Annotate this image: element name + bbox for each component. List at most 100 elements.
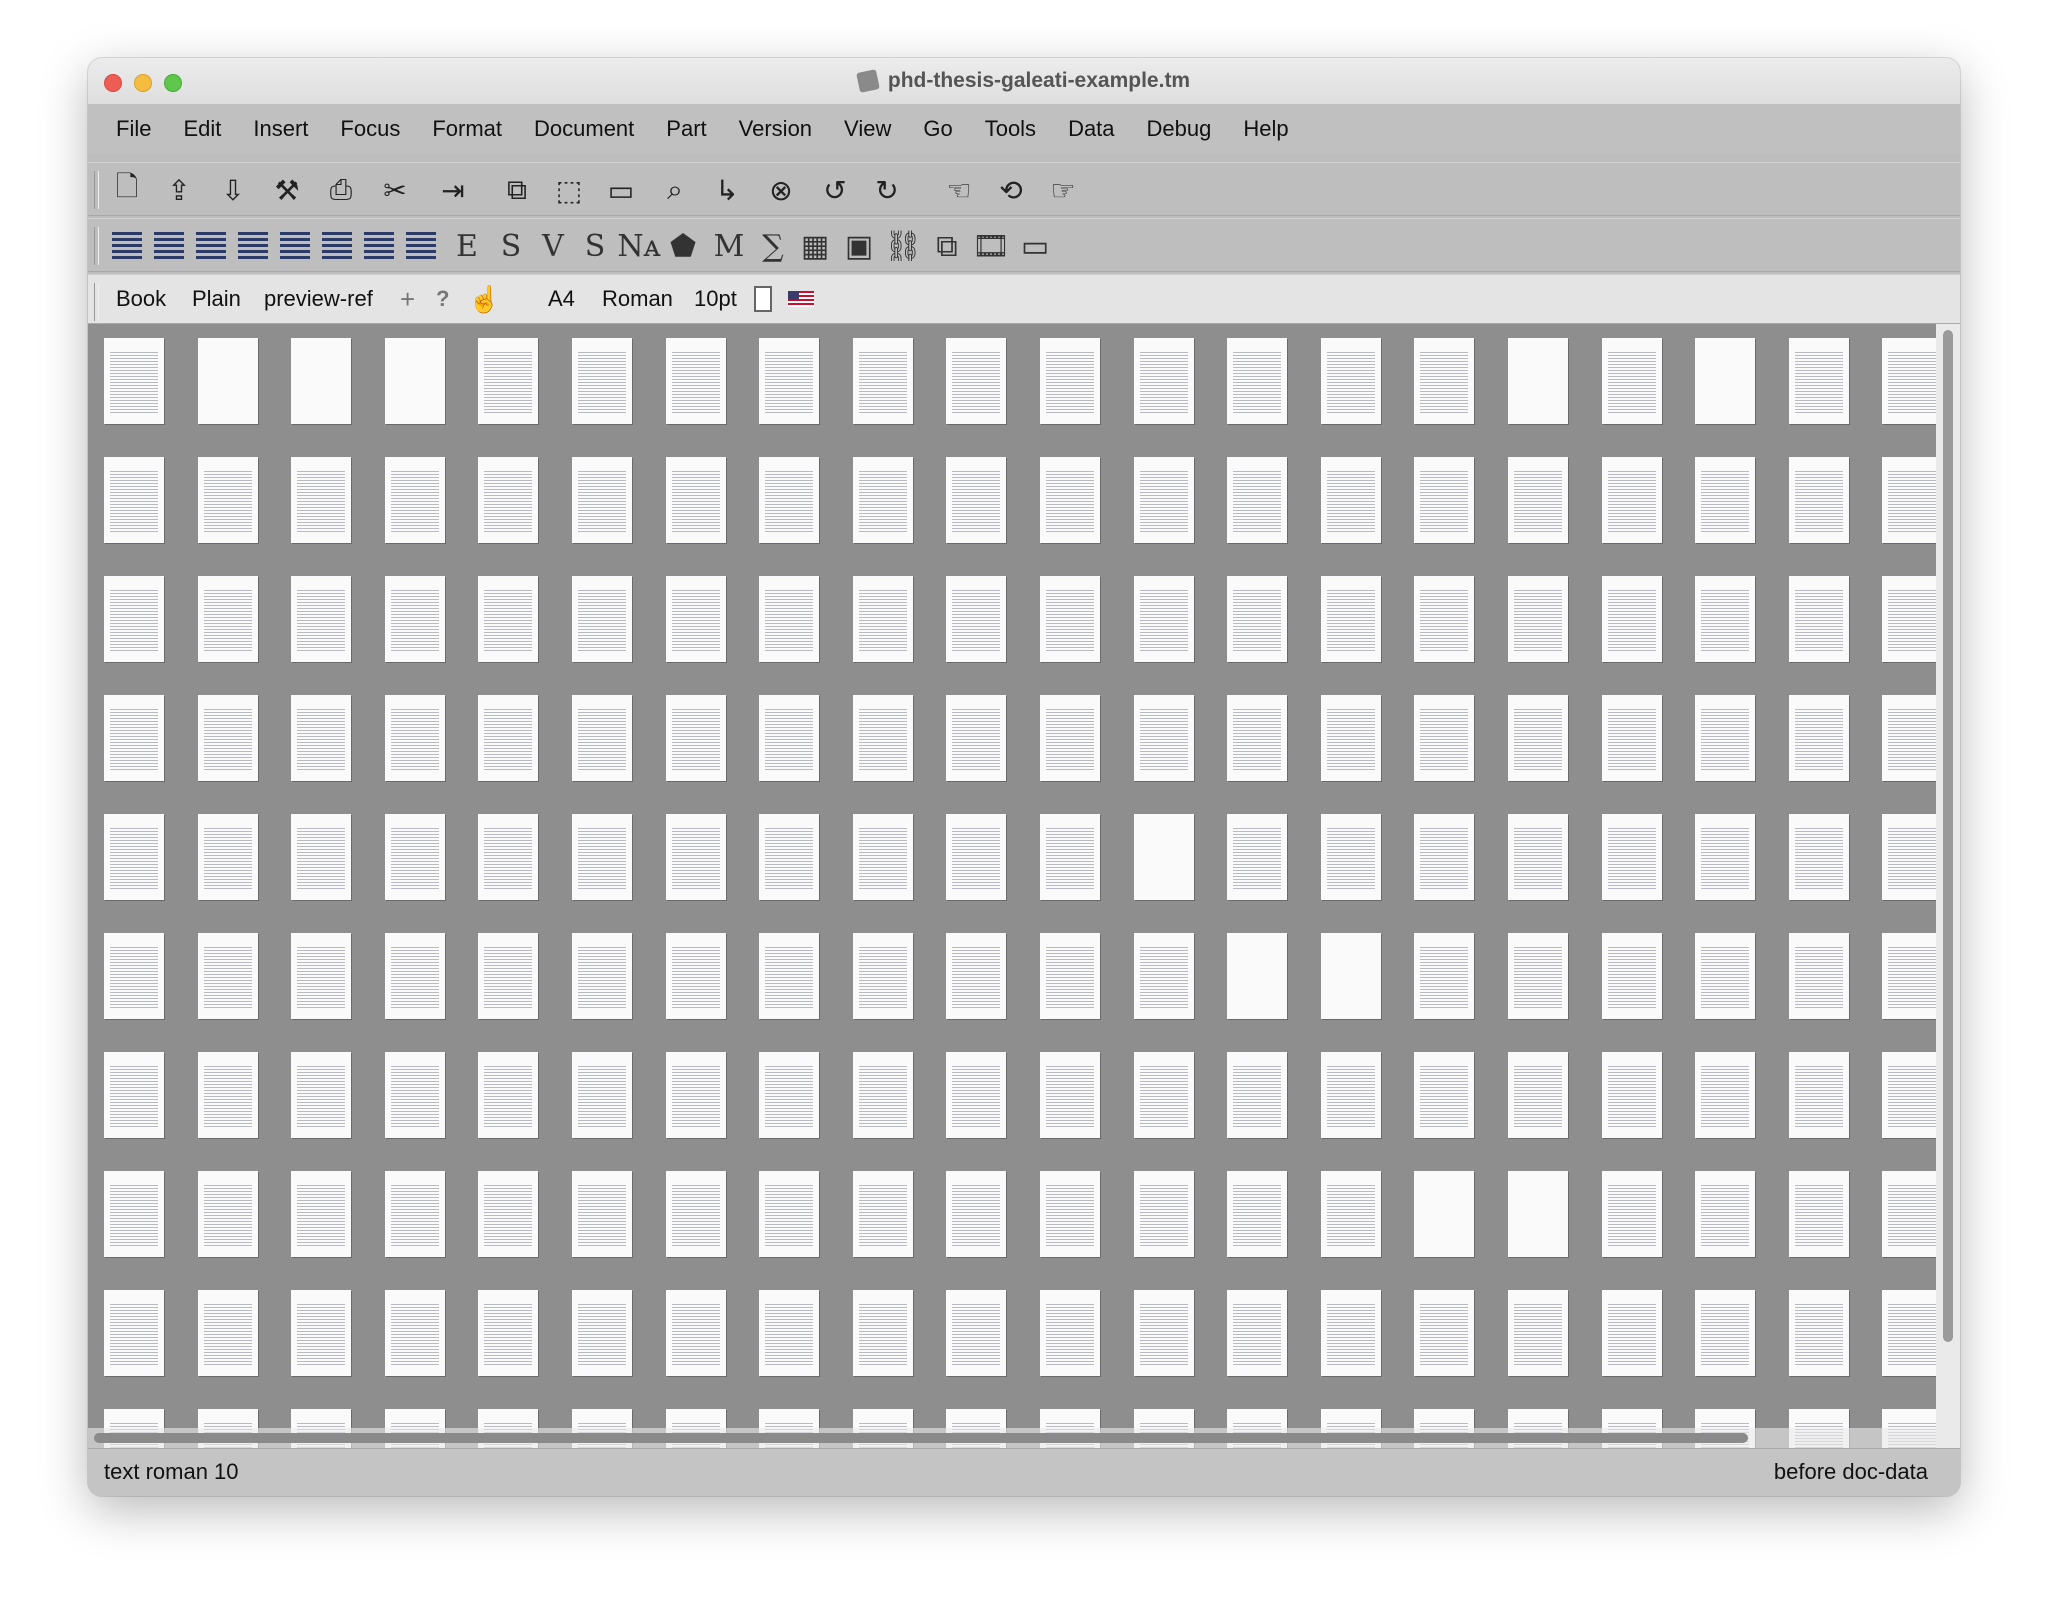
page-thumbnail[interactable]	[946, 576, 1007, 662]
page-thumbnail[interactable]	[1414, 1171, 1475, 1257]
document-proxy-icon[interactable]	[856, 69, 880, 93]
page-thumbnail[interactable]	[572, 576, 632, 662]
page-thumbnail[interactable]	[665, 457, 726, 543]
language-flag-icon[interactable]	[788, 275, 814, 323]
page-thumbnail[interactable]	[1133, 814, 1194, 900]
page-thumbnail[interactable]	[384, 1052, 445, 1138]
page-thumbnail[interactable]	[665, 814, 726, 900]
page-thumbnail[interactable]	[665, 1290, 726, 1376]
page-thumbnail[interactable]	[478, 695, 539, 781]
horizontal-scrollbar[interactable]	[88, 1428, 1936, 1448]
page-thumbnail[interactable]	[104, 814, 164, 900]
page-thumbnail[interactable]	[291, 1290, 352, 1376]
page-thumbnail[interactable]	[478, 1290, 539, 1376]
go-back-icon[interactable]: ☜	[938, 169, 980, 211]
page-thumbnail[interactable]	[1882, 457, 1936, 543]
page-thumbnail[interactable]	[1882, 1290, 1936, 1376]
page-thumbnail[interactable]	[759, 457, 820, 543]
spell-check-icon[interactable]: ⊗	[760, 169, 802, 211]
page-thumbnail[interactable]	[384, 576, 445, 662]
menu-debug[interactable]: Debug	[1131, 116, 1228, 142]
document-canvas[interactable]	[88, 324, 1936, 1448]
style-plain-menu[interactable]: Plain	[192, 275, 241, 323]
save-document-icon[interactable]: ⇩	[212, 169, 254, 211]
page-thumbnail[interactable]	[1414, 457, 1475, 543]
replace-icon[interactable]: ↳	[706, 169, 748, 211]
vertical-scroll-thumb[interactable]	[1943, 330, 1953, 1342]
copy-icon[interactable]: ⧉	[496, 169, 538, 211]
page-thumbnail[interactable]	[1414, 1290, 1475, 1376]
page-thumbnail[interactable]	[1695, 338, 1756, 424]
page-thumbnail[interactable]	[1040, 338, 1100, 424]
page-thumbnail[interactable]	[1508, 576, 1568, 662]
page-thumbnail[interactable]	[1320, 695, 1381, 781]
page-thumbnail[interactable]	[852, 695, 913, 781]
page-thumbnail[interactable]	[104, 695, 164, 781]
page-thumbnail[interactable]	[852, 1052, 913, 1138]
page-thumbnail[interactable]	[291, 1052, 352, 1138]
page-thumbnail[interactable]	[384, 695, 445, 781]
page-thumbnail[interactable]	[1695, 576, 1756, 662]
page-thumbnail[interactable]	[291, 695, 352, 781]
page-thumbnail[interactable]	[1320, 576, 1381, 662]
page-thumbnail[interactable]	[1601, 1052, 1662, 1138]
redo-icon[interactable]: ↻	[866, 169, 908, 211]
page-thumbnail[interactable]	[1040, 814, 1100, 900]
page-thumbnail[interactable]	[665, 1171, 726, 1257]
page-thumbnail[interactable]	[291, 814, 352, 900]
menu-format[interactable]: Format	[416, 116, 518, 142]
preferences-tools-icon[interactable]: ✂	[374, 169, 416, 211]
page-thumbnail[interactable]	[1414, 933, 1475, 1019]
page-thumbnail[interactable]	[1227, 814, 1288, 900]
session-icon[interactable]: ▭	[1014, 225, 1056, 267]
page-thumbnail[interactable]	[572, 1052, 632, 1138]
page-thumbnail[interactable]	[852, 338, 913, 424]
page-thumbnail[interactable]	[665, 576, 726, 662]
page-thumbnail[interactable]	[197, 814, 258, 900]
page-thumbnail[interactable]	[1133, 1290, 1194, 1376]
hand-pointer-icon[interactable]: ☝	[468, 275, 500, 323]
page-thumbnail[interactable]	[572, 814, 632, 900]
page-thumbnail[interactable]	[759, 695, 820, 781]
menu-focus[interactable]: Focus	[324, 116, 416, 142]
page-thumbnail[interactable]	[1788, 1290, 1849, 1376]
page-thumbnail[interactable]	[384, 1171, 445, 1257]
page-thumbnail[interactable]	[1695, 1052, 1756, 1138]
page-thumbnail[interactable]	[759, 1171, 820, 1257]
toolbar-grip[interactable]	[94, 171, 99, 209]
page-thumbnail[interactable]	[946, 1290, 1007, 1376]
page-thumbnail[interactable]	[197, 695, 258, 781]
page-thumbnail[interactable]	[572, 338, 632, 424]
page-thumbnail[interactable]	[197, 457, 258, 543]
page-thumbnail[interactable]	[1508, 338, 1568, 424]
build-icon[interactable]: ⚒	[266, 169, 308, 211]
page-thumbnail[interactable]	[291, 576, 352, 662]
animation-icon[interactable]: 🎞	[970, 225, 1012, 267]
page-thumbnail[interactable]	[1601, 1171, 1662, 1257]
open-document-icon[interactable]: ⇪	[158, 169, 200, 211]
page-thumbnail[interactable]	[1414, 695, 1475, 781]
page-thumbnail[interactable]	[291, 338, 352, 424]
page-thumbnail[interactable]	[291, 933, 352, 1019]
page-thumbnail[interactable]	[104, 457, 164, 543]
page-thumbnail[interactable]	[1040, 695, 1100, 781]
page-thumbnail[interactable]	[197, 933, 258, 1019]
page-thumbnail[interactable]	[197, 1171, 258, 1257]
page-thumbnail[interactable]	[759, 338, 820, 424]
font-family-menu[interactable]: Roman	[602, 275, 673, 323]
page-thumbnail[interactable]	[1788, 1052, 1849, 1138]
page-thumbnail[interactable]	[197, 576, 258, 662]
paste-icon[interactable]: ▭	[600, 169, 642, 211]
page-thumbnail[interactable]	[1695, 695, 1756, 781]
page-thumbnail[interactable]	[572, 933, 632, 1019]
page-thumbnail[interactable]	[1320, 457, 1381, 543]
page-thumbnail[interactable]	[1508, 814, 1568, 900]
sans-serif-icon[interactable]: S	[574, 225, 616, 267]
page-thumbnail[interactable]	[1601, 338, 1662, 424]
page-thumbnail[interactable]	[759, 1290, 820, 1376]
page-thumbnail[interactable]	[1508, 1290, 1568, 1376]
page-thumbnail[interactable]	[1788, 933, 1849, 1019]
page-thumbnail[interactable]	[104, 1171, 164, 1257]
page-thumbnail[interactable]	[1695, 457, 1756, 543]
page-thumbnail[interactable]	[1788, 1171, 1849, 1257]
